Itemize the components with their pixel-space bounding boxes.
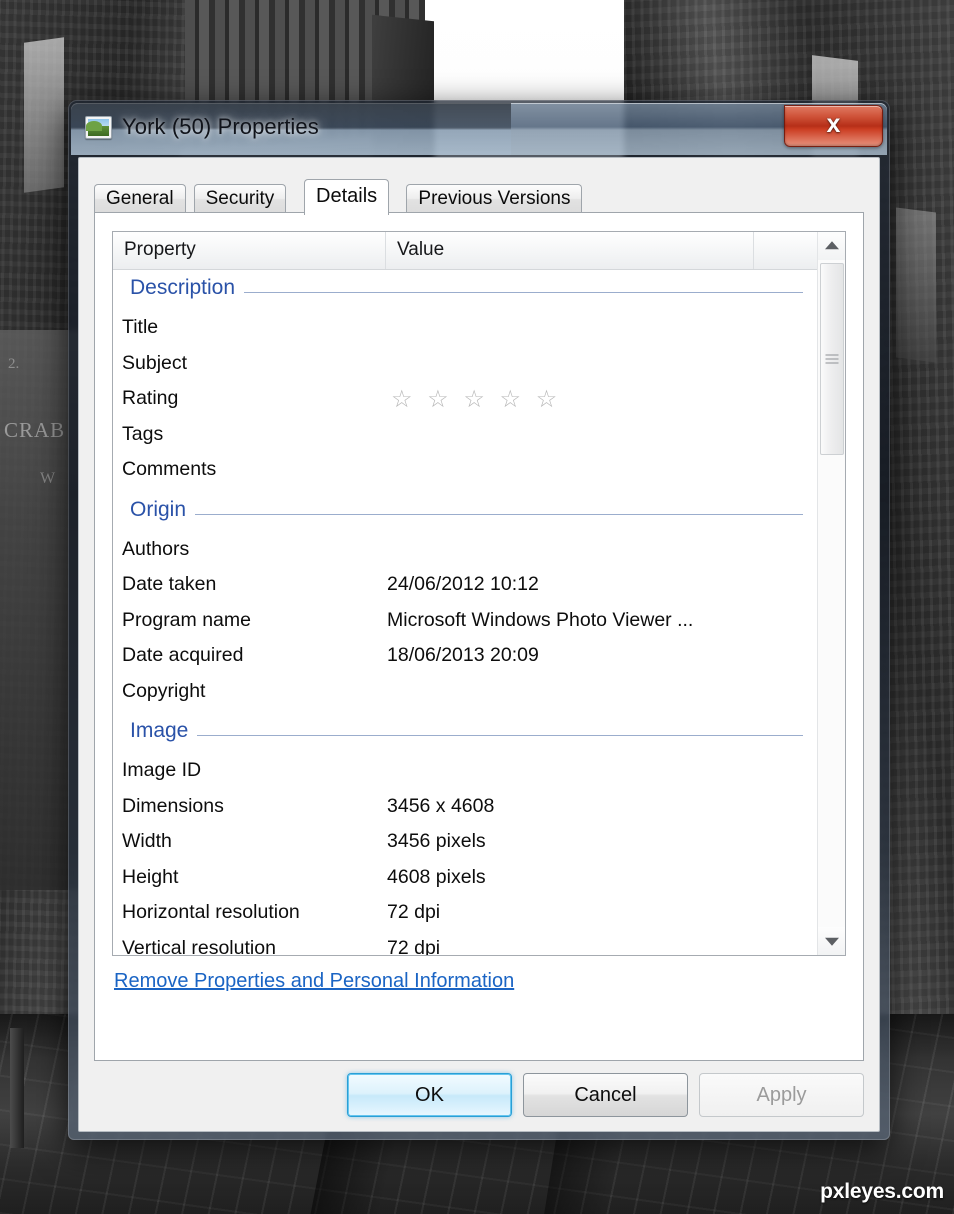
property-row[interactable]: Subject: [113, 350, 817, 386]
property-list[interactable]: Property Value Description Title Subject Ra…: [112, 231, 846, 956]
column-header-value[interactable]: Value: [386, 232, 754, 269]
property-row[interactable]: Copyright: [113, 678, 817, 714]
property-row[interactable]: Comments: [113, 456, 817, 492]
property-name: Horizontal resolution: [122, 901, 300, 923]
property-row[interactable]: Horizontal resolution 72 dpi: [113, 899, 817, 935]
property-name: Vertical resolution: [122, 936, 276, 956]
right-window-lower: [896, 207, 936, 363]
property-value[interactable]: Microsoft Windows Photo Viewer ...: [387, 609, 693, 632]
tab-details[interactable]: Details: [304, 179, 390, 215]
property-row[interactable]: Authors: [113, 536, 817, 572]
scroll-down-button[interactable]: [818, 927, 845, 955]
tab-previous-versions[interactable]: Previous Versions: [406, 184, 583, 213]
dialog-body: General Security Details Previous Versions …: [78, 157, 880, 1132]
section-header-origin: Origin: [113, 492, 817, 536]
cancel-button[interactable]: Cancel: [523, 1073, 688, 1117]
section-divider: [130, 735, 803, 736]
section-title: Origin: [130, 497, 196, 522]
property-row[interactable]: Width 3456 pixels: [113, 828, 817, 864]
building-number-text: 2.: [8, 356, 20, 372]
property-list-header: Property Value: [113, 232, 845, 270]
grip-icon: [825, 354, 839, 364]
rating-stars[interactable]: ☆ ☆ ☆ ☆ ☆: [391, 385, 561, 414]
chevron-up-icon: [824, 241, 839, 250]
photo-thumbnail-icon: [85, 116, 112, 139]
watermark: pxleyes.com: [820, 1180, 944, 1203]
dialog-button-bar: OK Cancel Apply: [94, 1073, 864, 1117]
property-row[interactable]: Vertical resolution 72 dpi: [113, 935, 817, 956]
section-title: Image: [130, 719, 198, 743]
section-header-description: Description: [113, 270, 817, 314]
shop-sign-subtext: W: [40, 470, 56, 487]
close-button[interactable]: x: [784, 105, 883, 147]
tab-security[interactable]: Security: [193, 184, 287, 213]
properties-window: York (50) Properties x General Security De…: [68, 100, 890, 1140]
tab-general[interactable]: General: [94, 184, 186, 213]
property-name: Subject: [122, 351, 188, 374]
property-name: Authors: [122, 537, 190, 560]
property-value[interactable]: 3456 x 4608: [387, 795, 494, 818]
apply-button[interactable]: Apply: [699, 1073, 864, 1117]
property-name: Date acquired: [122, 644, 244, 666]
property-row[interactable]: Date taken 24/06/2012 10:12: [113, 571, 817, 607]
property-name: Program name: [122, 608, 251, 631]
icon-hill: [86, 121, 109, 136]
scrollbar-thumb[interactable]: [820, 263, 844, 455]
property-name: Date taken: [122, 573, 217, 595]
details-tab-panel: Property Value Description Title Subject Ra…: [94, 212, 864, 1061]
section-header-image: Image: [113, 713, 817, 757]
section-title: Description: [130, 276, 245, 300]
property-row[interactable]: Tags: [113, 421, 817, 457]
left-window: [24, 37, 64, 193]
remove-properties-link[interactable]: Remove Properties and Personal Informati…: [114, 970, 514, 993]
property-name: Width: [122, 830, 172, 852]
column-header-property[interactable]: Property: [113, 232, 386, 269]
property-name: Rating: [122, 387, 179, 409]
property-name: Comments: [122, 458, 217, 480]
property-name: Copyright: [122, 679, 206, 702]
property-row[interactable]: Date acquired 18/06/2013 20:09: [113, 642, 817, 678]
close-icon: x: [826, 110, 841, 138]
property-value[interactable]: 18/06/2013 20:09: [387, 644, 539, 667]
shop-sign-text: CRAB: [4, 418, 66, 442]
property-row[interactable]: Dimensions 3456 x 4608: [113, 793, 817, 829]
property-value[interactable]: 24/06/2012 10:12: [387, 573, 539, 596]
property-value[interactable]: 72 dpi: [387, 937, 440, 956]
property-name: Tags: [122, 422, 164, 445]
property-row[interactable]: Rating ☆ ☆ ☆ ☆ ☆: [113, 385, 817, 421]
property-name: Title: [122, 316, 159, 338]
property-value[interactable]: 4608 pixels: [387, 866, 486, 889]
title-bar[interactable]: York (50) Properties x: [71, 103, 887, 155]
property-row[interactable]: Program name Microsoft Windows Photo View…: [113, 607, 817, 643]
property-rows-viewport: Description Title Subject Rating ☆ ☆ ☆ ☆ ☆ Ta…: [113, 270, 817, 955]
ok-button[interactable]: OK: [347, 1073, 512, 1117]
property-value[interactable]: 72 dpi: [387, 901, 440, 924]
property-value[interactable]: 3456 pixels: [387, 830, 486, 853]
property-name: Height: [122, 865, 179, 888]
street-post: [10, 1028, 24, 1148]
section-divider: [130, 513, 803, 515]
property-name: Dimensions: [122, 794, 224, 817]
scroll-up-button[interactable]: [818, 232, 845, 260]
property-row[interactable]: Title: [113, 314, 817, 350]
property-row[interactable]: Image ID: [113, 757, 817, 793]
chevron-down-icon: [824, 937, 839, 946]
property-name: Image ID: [122, 759, 202, 781]
vertical-scrollbar[interactable]: [817, 232, 845, 955]
property-row[interactable]: Height 4608 pixels: [113, 864, 817, 900]
window-title: York (50) Properties: [122, 114, 319, 139]
tab-strip: General Security Details Previous Versions: [94, 179, 864, 215]
